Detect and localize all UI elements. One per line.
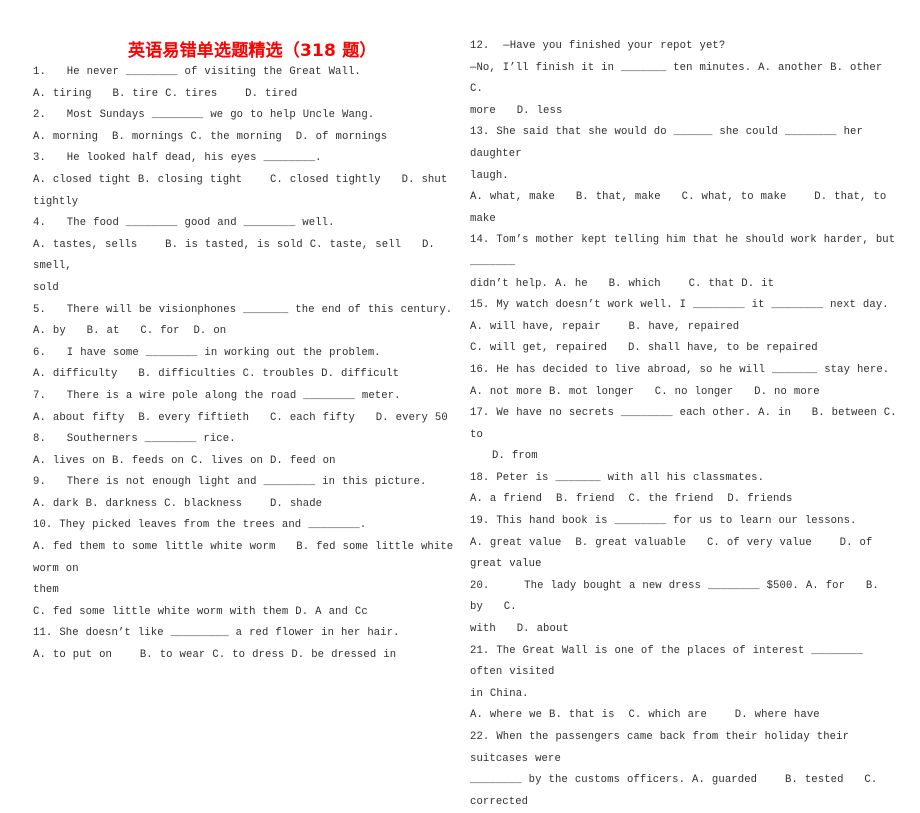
q10-stem: 10. They picked leaves from the trees an…: [33, 519, 367, 532]
q13-stem: 13. She said that she would do ______ sh…: [470, 126, 870, 160]
q10-optionsA2: them: [33, 584, 59, 597]
right-column: 12. —Have you finished your repot yet? —N…: [470, 36, 898, 813]
q16-options: A. not more B. mot longer C. no longer D…: [470, 385, 820, 398]
left-column: 1. He never ________ of visiting the Gre…: [33, 62, 463, 667]
document-page: 英语易错单选题精选（318 题） 1. He never ________ of…: [0, 0, 920, 808]
q21-options: A. where we B. that is C. which are D. w…: [470, 709, 820, 722]
q12-answer2: more D. less: [470, 104, 563, 117]
q20-options: with D. about: [470, 623, 569, 636]
q9-stem: 9. There is not enough light and _______…: [33, 476, 427, 489]
q1-options: A. tiring B. tire C. tires D. tired: [33, 87, 298, 100]
q5-options: A. by B. at C. for D. on: [33, 325, 227, 338]
q2-stem: 2. Most Sundays ________ we go to help U…: [33, 109, 375, 122]
q11-stem: 11. She doesn’t like _________ a red flo…: [33, 627, 400, 640]
q22-stem: 22. When the passengers came back from t…: [470, 731, 856, 765]
q9-options: A. dark B. darkness C. blackness D. shad…: [33, 497, 323, 510]
q4-stem: 4. The food ________ good and ________ w…: [33, 217, 335, 230]
q4-options2: sold: [33, 281, 59, 294]
q19-options: A. great value B. great valuable C. of v…: [470, 536, 880, 571]
q5-stem: 5. There will be visionphones _______ th…: [33, 303, 453, 316]
q12-stem: 12. —Have you finished your repot yet?: [470, 40, 726, 52]
q15-optionsA: A. will have, repair B. have, repaired: [470, 320, 740, 333]
q18-stem: 18. Peter is _______ with all his classm…: [470, 471, 765, 484]
q16-stem: 16. He has decided to live abroad, so he…: [470, 363, 890, 376]
q15-stem: 15. My watch doesn’t work well. I ______…: [470, 299, 889, 312]
q15-optionsC: C. will get, repaired D. shall have, to …: [470, 342, 818, 355]
q17-options: D. from: [492, 450, 538, 463]
q14-stem: 14. Tom’s mother kept telling him that h…: [470, 234, 903, 268]
q7-stem: 7. There is a wire pole along the road _…: [33, 389, 401, 402]
two-column-body: 1. He never ________ of visiting the Gre…: [0, 0, 920, 808]
q10-optionsC: C. fed some little white worm with them …: [33, 605, 368, 618]
q10-optionsA: A. fed them to some little white worm B.…: [33, 541, 461, 575]
q12-answer: —No, I’ll finish it in _______ ten minut…: [470, 61, 911, 96]
q22-stem2: ________ by the customs officers. A. gua…: [470, 774, 885, 808]
q2-options: A. morning B. mornings C. the morning D.…: [33, 130, 388, 143]
q14-options: didn’t help. A. he B. which C. that D. i…: [470, 277, 775, 290]
q6-options: A. difficulty B. difficulties C. trouble…: [33, 368, 400, 381]
q18-options: A. a friend B. friend C. the friend D. f…: [470, 493, 793, 506]
q21-stem2: in China.: [470, 687, 529, 700]
q13-stem2: laugh.: [470, 169, 509, 182]
q17-stem: 17. We have no secrets ________ each oth…: [470, 407, 897, 441]
q19-stem: 19. This hand book is ________ for us to…: [470, 515, 857, 528]
q1-stem: 1. He never ________ of visiting the Gre…: [33, 66, 361, 78]
q13-options: A. what, make B. that, make C. what, to …: [470, 191, 894, 225]
q7-options: A. about fifty B. every fiftieth C. each…: [33, 411, 448, 424]
q3-stem: 3. He looked half dead, his eyes _______…: [33, 152, 322, 165]
q3-options: A. closed tight B. closing tight C. clos…: [33, 173, 455, 208]
q21-stem: 21. The Great Wall is one of the places …: [470, 644, 870, 679]
q20-stem: 20. The lady bought a new dress ________…: [470, 579, 886, 614]
q11-options: A. to put on B. to wear C. to dress D. b…: [33, 649, 397, 662]
q4-options: A. tastes, sells B. is tasted, is sold C…: [33, 238, 463, 273]
q8-options: A. lives on B. feeds on C. lives on D. f…: [33, 454, 336, 467]
q6-stem: 6. I have some ________ in working out t…: [33, 346, 381, 359]
q8-stem: 8. Southerners ________ rice.: [33, 433, 236, 446]
